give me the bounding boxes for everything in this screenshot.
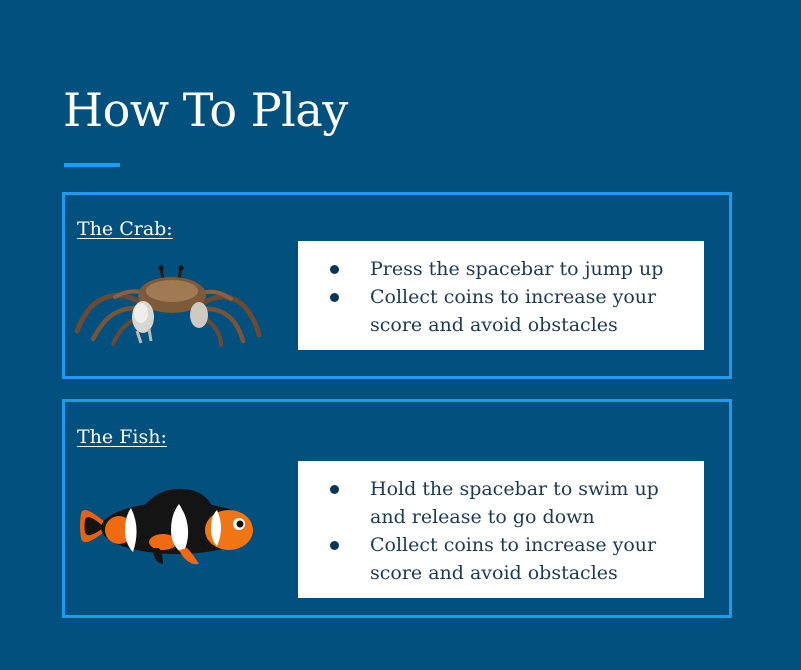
- list-item: Press the spacebar to jump up: [326, 255, 684, 283]
- crab-instructions-panel: Press the spacebar to jump up Collect co…: [298, 241, 704, 350]
- fish-instructions-panel: Hold the spacebar to swim up and release…: [298, 461, 704, 598]
- fish-instructions-list: Hold the spacebar to swim up and release…: [326, 475, 684, 587]
- list-item: Collect coins to increase your score and…: [326, 283, 684, 339]
- fish-section: The Fish: Hold the spacebar to swim up a…: [62, 399, 732, 618]
- bullet-icon: [330, 485, 339, 494]
- clownfish-image: [80, 488, 253, 565]
- instruction-text: Collect coins to increase your score and…: [370, 286, 657, 336]
- instruction-text: Press the spacebar to jump up: [370, 258, 664, 280]
- bullet-icon: [330, 541, 339, 550]
- list-item: Hold the spacebar to swim up and release…: [326, 475, 684, 531]
- instruction-text: Collect coins to increase your score and…: [370, 534, 657, 584]
- bullet-icon: [330, 293, 339, 302]
- list-item: Collect coins to increase your score and…: [326, 531, 684, 587]
- fish-section-label: The Fish:: [77, 426, 167, 448]
- title-underline: [64, 163, 120, 167]
- bullet-icon: [330, 265, 339, 274]
- crab-instructions-list: Press the spacebar to jump up Collect co…: [326, 255, 684, 339]
- page-title: How To Play: [63, 83, 348, 137]
- instruction-text: Hold the spacebar to swim up and release…: [370, 478, 659, 528]
- crab-image: [74, 265, 262, 347]
- crab-section: The Crab: Press the spacebar to jump up …: [62, 192, 732, 379]
- crab-section-label: The Crab:: [77, 218, 173, 240]
